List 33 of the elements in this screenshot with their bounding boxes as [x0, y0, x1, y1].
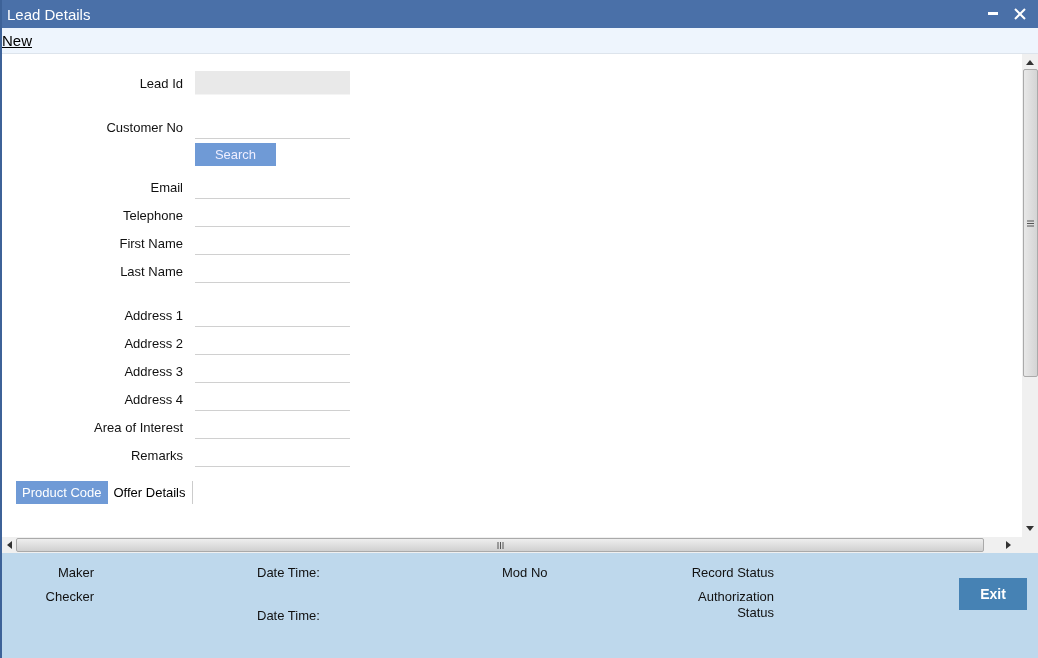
scroll-left-icon[interactable]: [7, 541, 12, 549]
field-label: Address 4: [123, 391, 184, 407]
field-label: Area of Interest: [93, 419, 184, 435]
grip-icon: [496, 541, 504, 549]
new-link[interactable]: New: [2, 32, 32, 49]
vertical-scrollbar[interactable]: [1022, 54, 1038, 537]
close-icon[interactable]: [1014, 8, 1026, 20]
tab[interactable]: Product Code: [16, 481, 108, 504]
authorization-status-label: Authorization Status: [697, 589, 774, 621]
search-button[interactable]: Search: [195, 142, 276, 166]
window-title: Lead Details: [7, 5, 91, 23]
field-label: Address 3: [123, 363, 184, 379]
exit-button[interactable]: Exit: [959, 578, 1027, 610]
maker-label: Maker: [57, 565, 94, 580]
minimize-icon[interactable]: [988, 12, 998, 16]
field-label: Remarks: [130, 447, 184, 463]
field-label: Telephone: [122, 207, 184, 223]
field-label: Lead Id: [138, 75, 184, 91]
checker-label: Checker: [45, 589, 94, 604]
grip-icon: [1026, 219, 1034, 227]
mod-no-label: Mod No: [502, 565, 548, 580]
date-time-label: Date Time:: [257, 608, 320, 623]
field-label: Customer No: [105, 119, 184, 135]
field-label: Address 1: [123, 307, 184, 323]
field-label: First Name: [118, 235, 184, 251]
record-status-label: Record Status: [691, 565, 774, 580]
date-time-label: Date Time:: [257, 565, 320, 580]
scroll-down-icon[interactable]: [1026, 526, 1034, 531]
field-label: Last Name: [119, 263, 184, 279]
field-label: Address 2: [123, 335, 184, 351]
scroll-up-icon[interactable]: [1026, 60, 1034, 65]
scroll-right-icon[interactable]: [1006, 541, 1011, 549]
field-label: Email: [149, 179, 184, 195]
